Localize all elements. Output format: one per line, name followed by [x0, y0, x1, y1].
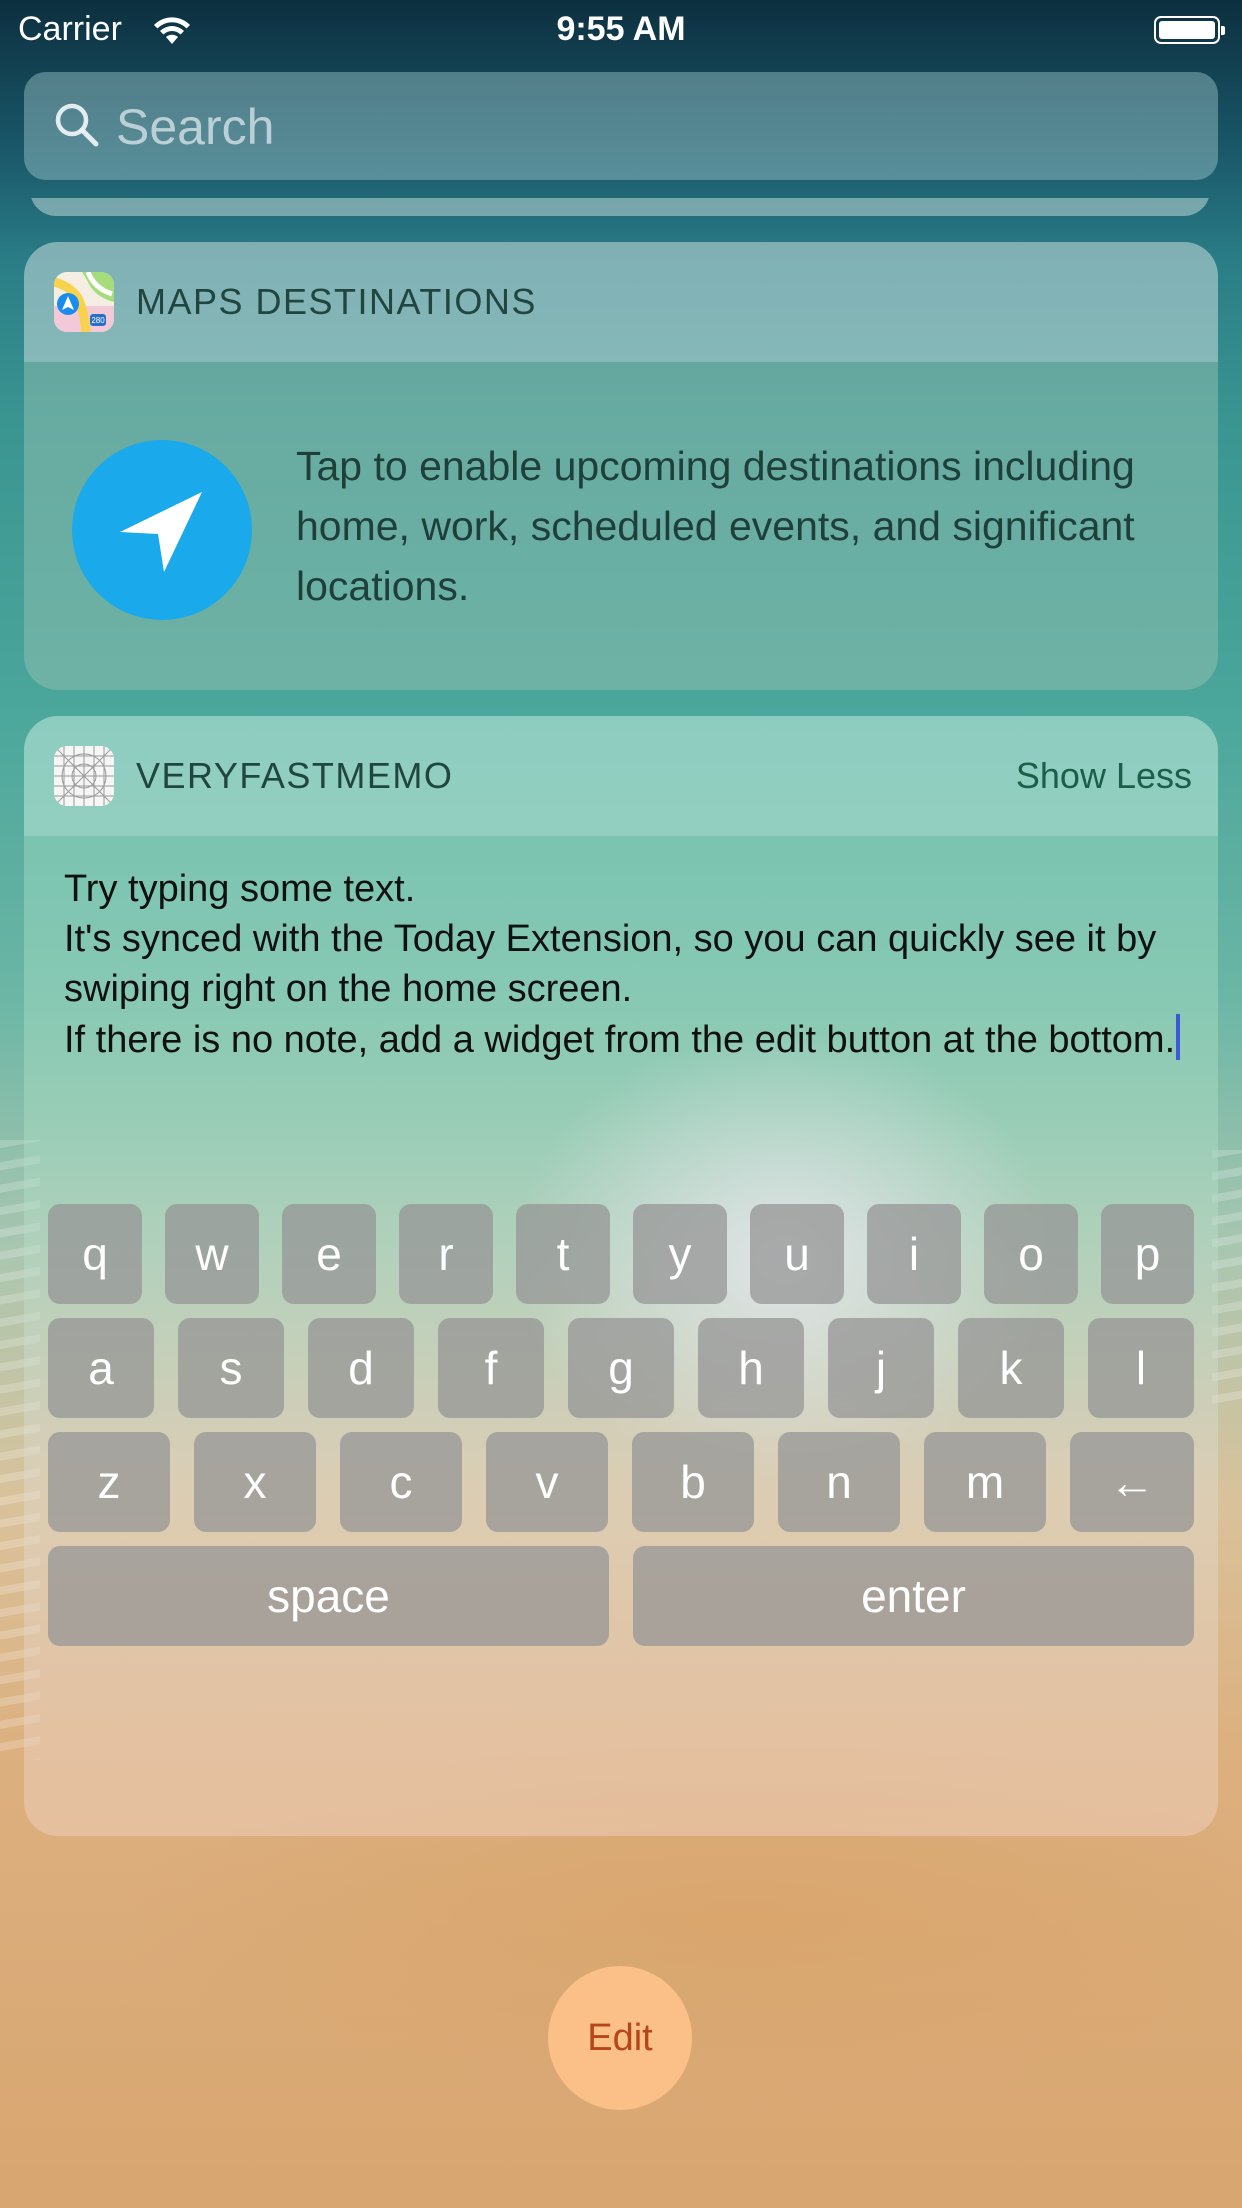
key-z[interactable]: z [48, 1432, 170, 1532]
memo-body: Try typing some text. It's synced with t… [24, 836, 1218, 1836]
key-y[interactable]: y [633, 1204, 727, 1304]
key-c[interactable]: c [340, 1432, 462, 1532]
memo-text-area[interactable]: Try typing some text. It's synced with t… [64, 864, 1184, 1065]
key-w[interactable]: w [165, 1204, 259, 1304]
key-g[interactable]: g [568, 1318, 674, 1418]
edit-button[interactable]: Edit [548, 1966, 692, 2110]
key-d[interactable]: d [308, 1318, 414, 1418]
enter-key[interactable]: enter [633, 1546, 1194, 1646]
memo-text: Try typing some text. It's synced with t… [64, 868, 1176, 1061]
key-e[interactable]: e [282, 1204, 376, 1304]
key-o[interactable]: o [984, 1204, 1078, 1304]
key-m[interactable]: m [924, 1432, 1046, 1532]
key-u[interactable]: u [750, 1204, 844, 1304]
status-time: 9:55 AM [556, 10, 686, 48]
key-k[interactable]: k [958, 1318, 1064, 1418]
key-a[interactable]: a [48, 1318, 154, 1418]
key-l[interactable]: l [1088, 1318, 1194, 1418]
highway-badge-text: 280 [91, 316, 105, 325]
battery-icon [1154, 16, 1225, 44]
maps-widget-header: 280 MAPS DESTINATIONS [24, 242, 1218, 362]
maps-destinations-widget: 280 MAPS DESTINATIONS Tap to enable upco… [24, 242, 1218, 690]
status-bar: Carrier 9:55 AM [0, 0, 1242, 60]
show-less-button[interactable]: Show Less [1016, 716, 1192, 836]
memo-widget-header: VERYFASTMEMO Show Less [24, 716, 1218, 836]
key-h[interactable]: h [698, 1318, 804, 1418]
maps-app-icon: 280 [54, 272, 114, 332]
key-t[interactable]: t [516, 1204, 610, 1304]
key-j[interactable]: j [828, 1318, 934, 1418]
key-q[interactable]: q [48, 1204, 142, 1304]
maps-widget-body[interactable]: Tap to enable upcoming destinations incl… [24, 362, 1218, 690]
key-x[interactable]: x [194, 1432, 316, 1532]
veryfastmemo-app-icon [54, 746, 114, 806]
maps-enable-message[interactable]: Tap to enable upcoming destinations incl… [296, 436, 1176, 616]
search-icon [55, 103, 99, 147]
key-v[interactable]: v [486, 1432, 608, 1532]
veryfastmemo-widget: VERYFASTMEMO Show Less Try typing some t… [24, 716, 1218, 1836]
maps-widget-title: MAPS DESTINATIONS [136, 281, 537, 322]
search-input[interactable] [114, 72, 1118, 182]
key-b[interactable]: b [632, 1432, 754, 1532]
memo-widget-title: VERYFASTMEMO [136, 755, 454, 796]
key-p[interactable]: p [1101, 1204, 1194, 1304]
key-r[interactable]: r [399, 1204, 493, 1304]
key-f[interactable]: f [438, 1318, 544, 1418]
backspace-key[interactable]: ← [1070, 1432, 1194, 1532]
key-s[interactable]: s [178, 1318, 284, 1418]
text-caret [1176, 1014, 1181, 1060]
navigation-arrow-icon[interactable] [72, 440, 252, 620]
key-n[interactable]: n [778, 1432, 900, 1532]
key-i[interactable]: i [867, 1204, 961, 1304]
search-bar[interactable] [24, 72, 1218, 182]
space-key[interactable]: space [48, 1546, 609, 1646]
